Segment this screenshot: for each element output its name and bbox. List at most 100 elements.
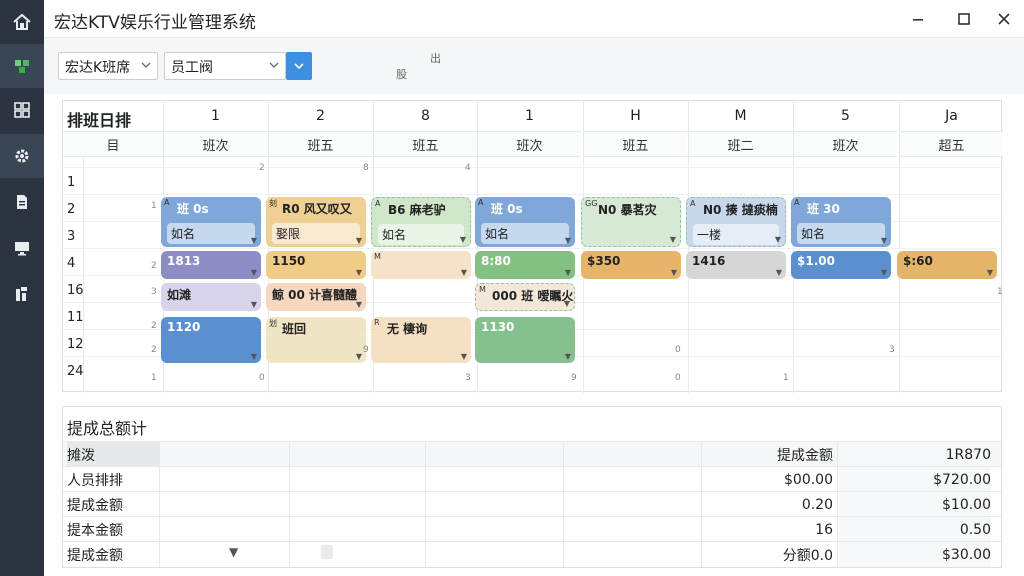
chip-dropdown-icon: ▼: [986, 268, 993, 277]
shift-chip-subtitle: 如名: [481, 223, 569, 244]
sub-header-2: 班五: [373, 131, 477, 157]
shift-chip-1[interactable]: R0 风又叹又刻娶限 ▼: [266, 197, 366, 247]
dashboard-button[interactable]: [0, 88, 44, 132]
shift-chip-title: N0 揍 撻痰楠: [703, 203, 778, 217]
shift-chip-16[interactable]: 000 班 嗳瞩火 M ▼: [475, 283, 575, 311]
shift-chip-15[interactable]: 鲸 00 计喜髓醴 ▼: [266, 283, 366, 311]
summary-vline: [159, 442, 160, 467]
minimize-icon: [913, 19, 923, 21]
summary-header-row[interactable]: 摊泼 提成金额 1R870: [63, 441, 1001, 467]
scroll-handle[interactable]: [321, 545, 333, 559]
column-header-7[interactable]: Ja: [899, 101, 1003, 131]
toolbar-note-bottom: 股: [396, 68, 407, 81]
toolbar-note-top: 出: [430, 52, 441, 65]
column-header-5[interactable]: M: [688, 101, 792, 131]
shift-chip-5[interactable]: N0 揍 撻痰楠 A 一楼 ▼: [686, 197, 786, 247]
column-header-3[interactable]: 1: [477, 101, 581, 131]
staff-select[interactable]: 员工阀: [164, 52, 286, 80]
shift-chip-19[interactable]: 无 棲询 R ▼: [371, 317, 471, 363]
chevron-down-icon: [141, 62, 151, 68]
maximize-button[interactable]: [950, 6, 978, 32]
row-label-1: 2: [67, 202, 76, 217]
shift-chip-subtitle: 娶限: [272, 223, 360, 244]
settings-button[interactable]: [0, 134, 44, 178]
summary-row-label: 提成金额: [67, 497, 123, 514]
summary-vline: [563, 467, 564, 492]
summary-vline: [701, 492, 702, 517]
shift-chip-title: 000 班 嗳瞩火: [492, 289, 574, 303]
shift-chip-12[interactable]: 1416 ▼: [686, 251, 786, 279]
column-header-1[interactable]: 2: [268, 101, 372, 131]
summary-vline: [837, 517, 838, 542]
schedule-title: 排班日排: [67, 111, 132, 130]
shift-chip-title: $350: [587, 254, 621, 268]
summary-vline: [289, 517, 290, 542]
chip-dropdown-icon: ▼: [355, 300, 362, 309]
shift-chip-4[interactable]: N0 暴茗灾 GG ▼: [581, 197, 681, 247]
reports-button[interactable]: [0, 272, 44, 316]
shift-chip-title: 1150: [272, 254, 306, 268]
close-icon: [998, 13, 1010, 25]
summary-row-label: 提成金额: [67, 547, 123, 564]
shift-chip-prefix: R: [374, 318, 380, 327]
column-header-0[interactable]: 1: [163, 101, 267, 131]
cube-icon: [15, 60, 29, 73]
shift-chip-prefix: A: [794, 198, 800, 207]
home-icon: [13, 13, 31, 30]
summary-row[interactable]: 人员排排 $00.00 $720.00: [63, 466, 1001, 492]
shift-chip-17[interactable]: 1120 ▼: [161, 317, 261, 363]
summary-vline: [563, 542, 564, 567]
shift-chip-prefix: A: [375, 199, 381, 208]
app-title: 宏达KTV娱乐行业管理系统: [54, 13, 256, 33]
chevron-down-icon: [294, 63, 304, 70]
filter-icon[interactable]: ▼: [229, 545, 238, 559]
shift-chip-title: 1130: [481, 320, 515, 334]
shift-chip-9[interactable]: M ▼: [371, 251, 471, 279]
column-header-6[interactable]: 5: [793, 101, 897, 131]
close-button[interactable]: [990, 6, 1018, 32]
shift-chip-18[interactable]: 班回划 ▼: [266, 317, 366, 363]
minimize-button[interactable]: [904, 6, 932, 32]
summary-row[interactable]: 提成金额 分额0.0 $30.00: [63, 541, 1001, 567]
sub-header-3: 班次: [477, 131, 581, 157]
shift-chip-8[interactable]: 1150 ▼: [266, 251, 366, 279]
shift-chip-21[interactable]: 如滩 ▼: [161, 283, 261, 311]
shift-chip-subtitle: 如名: [378, 224, 464, 245]
staff-select-dropdown-button[interactable]: [286, 52, 312, 80]
shift-chip-20[interactable]: 1130 ▼: [475, 317, 575, 363]
shift-chip-prefix: A: [690, 199, 696, 208]
shift-chip-14[interactable]: $:60 ▼: [897, 251, 997, 279]
shift-chip-11[interactable]: $350 ▼: [581, 251, 681, 279]
column-header-4[interactable]: H: [583, 101, 687, 131]
shift-chip-10[interactable]: 8:80 ▼: [475, 251, 575, 279]
inventory-button[interactable]: [0, 44, 44, 88]
display-button[interactable]: [0, 226, 44, 270]
summary-vline: [701, 542, 702, 567]
chart-icon: [16, 287, 27, 301]
summary-row[interactable]: 提本金额 16 0.50: [63, 516, 1001, 542]
home-button[interactable]: [0, 0, 44, 44]
shift-chip-prefix: A: [478, 198, 484, 207]
shift-chip-title: B6 麻老驴: [388, 203, 446, 217]
shift-chip-subtitle: 一楼: [693, 224, 779, 245]
shift-chip-title: 班 30: [807, 202, 840, 216]
store-select[interactable]: 宏达K班席: [58, 52, 158, 80]
shift-chip-6[interactable]: 班 30 A 如名 ▼: [791, 197, 891, 247]
documents-button[interactable]: [0, 180, 44, 224]
summary-row-value: $00.00: [784, 471, 833, 488]
shift-chip-0[interactable]: 班 0s A 如名 ▼: [161, 197, 261, 247]
column-header-2[interactable]: 8: [373, 101, 477, 131]
summary-row-value: 0.20: [801, 496, 833, 513]
grid-hline: [63, 167, 1001, 168]
shift-chip-13[interactable]: $1.00 ▼: [791, 251, 891, 279]
summary-row[interactable]: 提成金额 0.20 $10.00: [63, 491, 1001, 517]
sub-header-7: 超五: [899, 131, 1003, 157]
summary-vline: [289, 442, 290, 467]
grid-icon: [14, 102, 30, 118]
chip-dropdown-icon: ▼: [563, 299, 570, 308]
chip-dropdown-icon: ▼: [564, 236, 571, 245]
summary-row-value: 提成金额: [777, 447, 833, 464]
shift-chip-3[interactable]: 班 0s A 如名 ▼: [475, 197, 575, 247]
shift-chip-2[interactable]: B6 麻老驴 A 如名 ▼: [371, 197, 471, 247]
shift-chip-7[interactable]: 1813 ▼: [161, 251, 261, 279]
